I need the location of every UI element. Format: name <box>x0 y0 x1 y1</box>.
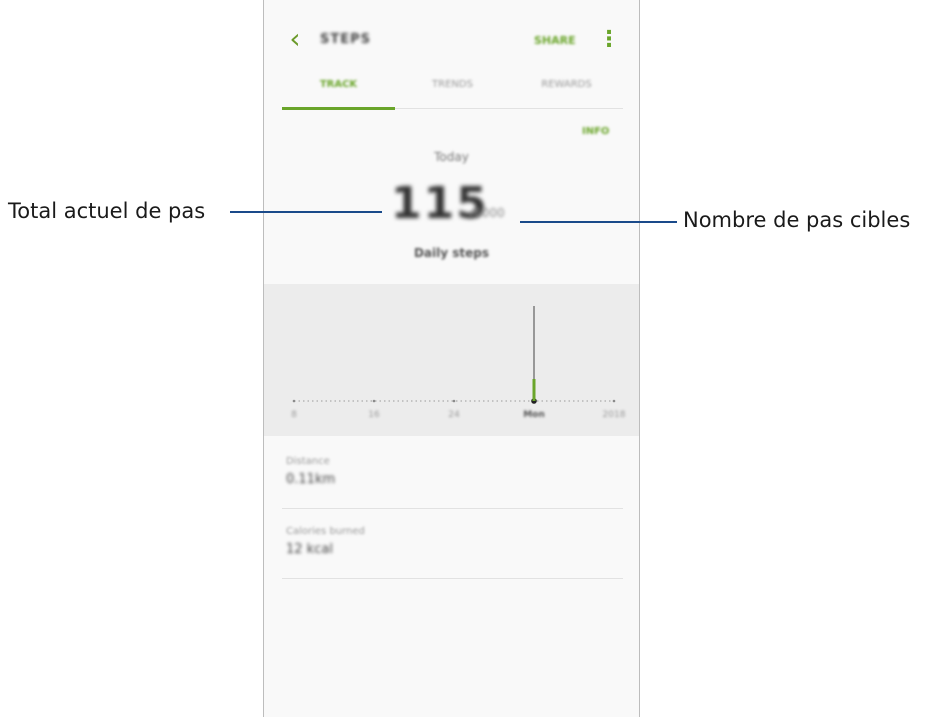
stat-calories: Calories burned 12 kcal <box>282 508 623 579</box>
stat-value: 12 kcal <box>286 542 333 557</box>
stat-label: Calories burned <box>286 526 365 537</box>
period-label: Today <box>434 150 469 164</box>
tab-rewards[interactable]: REWARDS <box>510 79 623 90</box>
page-title: STEPS <box>320 32 372 47</box>
info-button[interactable]: INFO <box>582 126 609 137</box>
chart-x-tick-label: 24 <box>448 410 460 420</box>
stat-value: 0.11km <box>286 472 336 487</box>
stat-distance: Distance 0.11km <box>282 438 623 509</box>
callout-line-left <box>230 211 382 213</box>
chevron-left-icon[interactable]: ‹ <box>282 24 308 54</box>
chart-x-tick-label: 8 <box>291 410 297 420</box>
callout-current-total: Total actuel de pas <box>8 199 206 223</box>
app-bar: ‹ STEPS SHARE ⋮ <box>264 0 639 80</box>
tab-bar: TRACK TRENDS REWARDS <box>282 70 623 110</box>
daily-steps-caption: Daily steps <box>413 246 490 260</box>
stat-label: Distance <box>286 456 330 467</box>
share-button[interactable]: SHARE <box>534 34 576 47</box>
callout-line-right <box>520 221 677 223</box>
tab-indicator <box>282 107 395 110</box>
chart-bar <box>532 379 536 401</box>
current-steps-value: 115 <box>391 178 489 229</box>
chart-x-tick-label: 16 <box>368 410 380 420</box>
more-vertical-icon[interactable]: ⋮ <box>598 26 620 54</box>
chart-x-tick-label: Mon <box>523 410 545 420</box>
chart-tick-dot <box>292 399 296 403</box>
target-steps-value: /6000 <box>470 206 505 220</box>
chart-tick-dot <box>452 399 456 403</box>
chart-tick-dot <box>372 399 376 403</box>
chart-x-tick-label: 2018 <box>602 410 626 420</box>
steps-chart[interactable]: 8 16 24 Mon 2018 <box>264 284 639 436</box>
chart-tick-dot <box>612 399 616 403</box>
callout-target-steps: Nombre de pas cibles <box>683 208 911 232</box>
tab-track[interactable]: TRACK <box>282 79 395 90</box>
tab-trends[interactable]: TRENDS <box>396 79 509 90</box>
phone-screen: ‹ STEPS SHARE ⋮ TRACK TRENDS REWARDS INF… <box>263 0 640 717</box>
